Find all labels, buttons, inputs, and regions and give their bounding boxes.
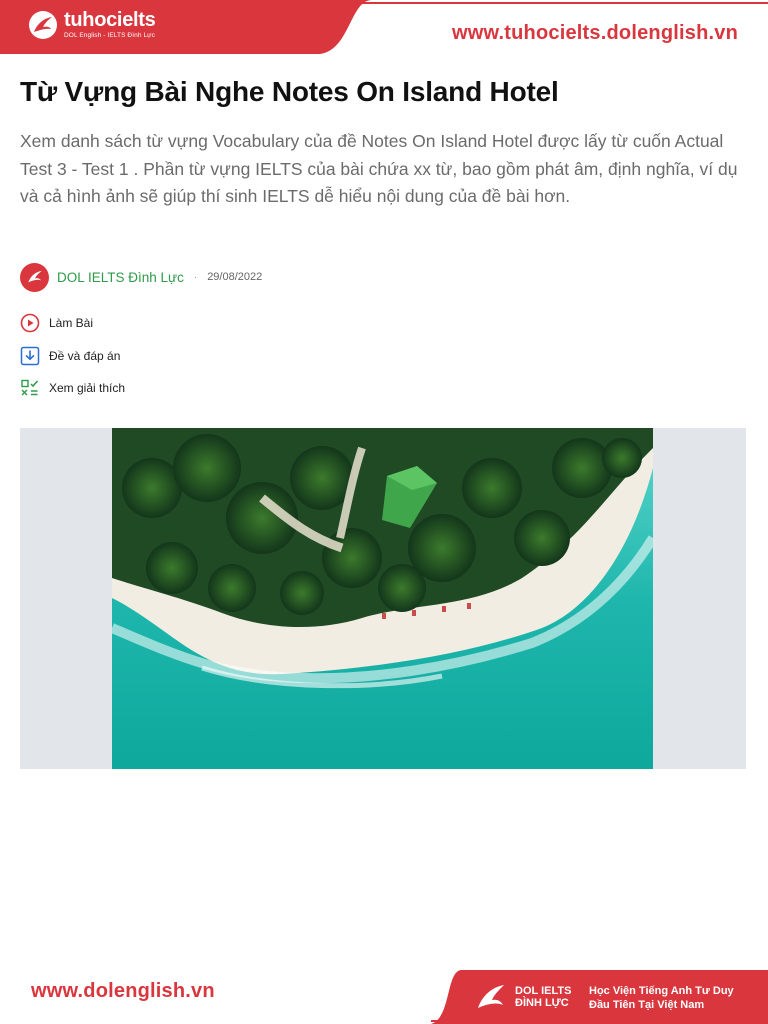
page-title: Từ Vựng Bài Nghe Notes On Island Hotel: [20, 76, 559, 107]
header-logo[interactable]: tuhocielts DOL English - IELTS Đình Lực: [28, 9, 156, 40]
tagline-line1: Học Viện Tiếng Anh Tư Duy: [589, 985, 734, 997]
do-test-button[interactable]: Làm Bài: [20, 312, 125, 334]
footer-logo-line2: ĐÌNH LỰC: [515, 997, 569, 1009]
play-circle-icon: [20, 313, 40, 333]
logo-subtitle: DOL English - IELTS Đình Lực: [64, 32, 155, 40]
island-beach-photo: [112, 428, 653, 769]
footer-site-link[interactable]: www.dolenglish.vn: [31, 980, 215, 1003]
footer-tagline: Học Viện Tiếng Anh Tư Duy Đầu Tiên Tại V…: [589, 984, 734, 1012]
author-row: DOL IELTS Đình Lực · 29/08/2022: [20, 262, 262, 292]
dol-logo-icon: [29, 11, 57, 39]
tagline-line2: Đầu Tiên Tại Việt Nam: [589, 999, 705, 1011]
publish-date: 29/08/2022: [207, 271, 263, 283]
header-site-link[interactable]: www.tuhocielts.dolenglish.vn: [452, 22, 738, 45]
dol-footer-logo-icon: [478, 985, 504, 1008]
footer-logo-line1: DOL IELTS: [515, 985, 572, 997]
download-icon: [20, 346, 40, 366]
logo-title: tuhocielts: [64, 9, 156, 32]
view-explanation-button[interactable]: Xem giải thích: [20, 377, 125, 399]
author-name[interactable]: DOL IELTS Đình Lực: [57, 270, 184, 285]
header-band: tuhocielts DOL English - IELTS Đình Lực …: [0, 0, 768, 58]
footer-logo[interactable]: DOL IELTS ĐÌNH LỰC: [475, 982, 571, 1012]
article-description: Xem danh sách từ vựng Vocabulary của đề …: [20, 131, 738, 206]
download-answers-label: Đề và đáp án: [49, 348, 121, 363]
action-list: Làm Bài Đề và đáp án Xem giải thích: [20, 312, 125, 410]
view-explanation-label: Xem giải thích: [49, 381, 126, 395]
checklist-icon: [20, 378, 40, 398]
avatar[interactable]: [20, 262, 49, 292]
do-test-label: Làm Bài: [49, 316, 94, 330]
hero-image-frame: [20, 428, 746, 769]
download-answers-button[interactable]: Đề và đáp án: [20, 345, 125, 367]
dol-avatar-icon: [27, 271, 42, 283]
meta-separator: ·: [193, 271, 198, 283]
